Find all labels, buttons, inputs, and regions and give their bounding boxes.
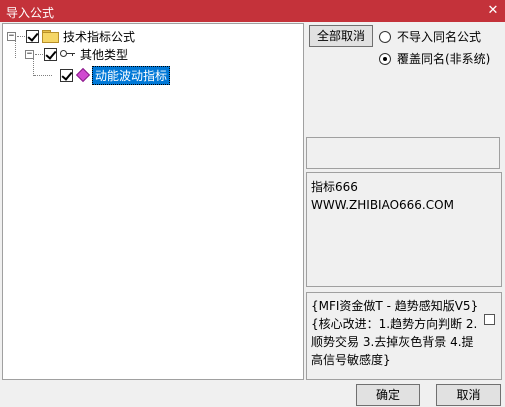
tree-node-group[interactable]: − 其他类型 <box>25 45 128 63</box>
description-line: 指标666 <box>311 180 358 194</box>
item-checkbox[interactable] <box>60 68 73 82</box>
group-checkbox[interactable] <box>44 47 57 61</box>
formula-note: {MFI资金做T - 趋势感知版V5} {核心改进：1.趋势方向判断 2.顺势交… <box>306 292 502 380</box>
formula-gem-icon <box>75 67 91 83</box>
key-icon <box>60 49 76 59</box>
option-label: 不导入同名公式 <box>397 30 482 44</box>
folder-icon <box>42 30 59 43</box>
tree-node-label: 技术指标公式 <box>63 29 136 44</box>
collapse-icon[interactable]: − <box>25 49 34 59</box>
window-title: 导入公式 <box>6 6 55 20</box>
ok-button[interactable]: 确定 <box>356 384 420 406</box>
note-checkbox[interactable] <box>484 314 495 325</box>
tree-node-label: 其他类型 <box>80 47 129 62</box>
description-line: WWW.ZHIBIAO666.COM <box>311 198 454 212</box>
close-icon[interactable]: ✕ <box>483 1 503 21</box>
uncheck-all-button[interactable]: 全部取消 <box>309 25 373 47</box>
tree-node-root[interactable]: − 技术指标公式 <box>7 27 135 45</box>
empty-info-box <box>306 137 500 169</box>
radio-skip-duplicates[interactable] <box>379 30 391 43</box>
option-skip-duplicates[interactable]: 不导入同名公式 <box>379 28 481 45</box>
formula-description: 指标666 WWW.ZHIBIAO666.COM <box>306 172 502 287</box>
title-bar[interactable]: 导入公式 ✕ <box>0 0 505 22</box>
tree-node-item[interactable]: 动能波动指标 <box>33 65 171 85</box>
radio-overwrite-duplicates[interactable] <box>379 52 391 65</box>
cancel-button[interactable]: 取消 <box>436 384 501 406</box>
tree-connector <box>17 35 25 37</box>
formula-tree[interactable]: − 技术指标公式 − 其他类型 动能波动指标 <box>2 23 304 380</box>
option-overwrite-duplicates[interactable]: 覆盖同名(非系统) <box>379 50 490 67</box>
note-text: {MFI资金做T - 趋势感知版V5} {核心改进：1.趋势方向判断 2.顺势交… <box>311 299 479 367</box>
tree-connector <box>35 53 43 55</box>
root-checkbox[interactable] <box>26 29 39 43</box>
import-formula-dialog: 导入公式 ✕ − 技术指标公式 − 其他类型 动能波动指标 全部取消 不导入同名… <box>0 0 505 407</box>
option-label: 覆盖同名(非系统) <box>397 52 491 66</box>
tree-connector <box>34 74 52 76</box>
collapse-icon[interactable]: − <box>7 31 16 41</box>
tree-node-label[interactable]: 动能波动指标 <box>92 65 171 85</box>
